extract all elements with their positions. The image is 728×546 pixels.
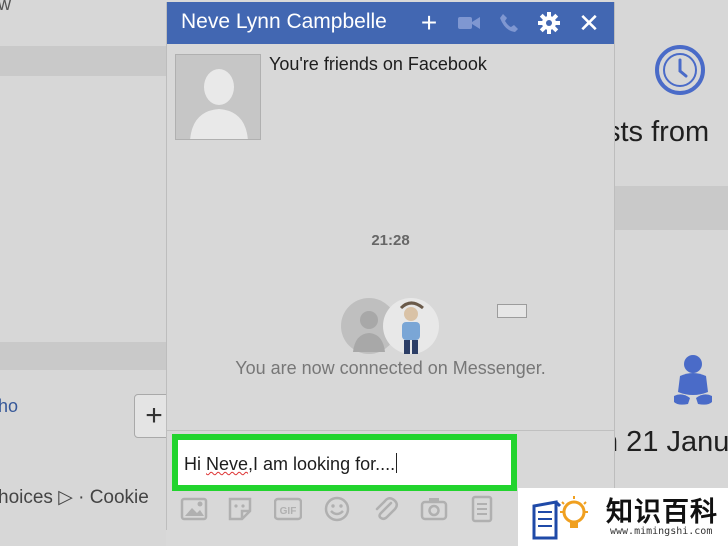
clock-icon [655, 45, 705, 95]
chat-header[interactable]: Neve Lynn Campbelle + ✕ [167, 2, 614, 44]
gif-icon[interactable]: GIF [273, 494, 303, 524]
watermark-title: 知识百科 [606, 497, 718, 528]
document-icon[interactable] [467, 494, 497, 524]
camera-icon[interactable] [419, 494, 449, 524]
background-left-panel: w ho hoices ▷ · Cookie + [0, 0, 174, 546]
close-icon[interactable]: ✕ [577, 10, 601, 36]
book-lightbulb-logo [532, 496, 588, 540]
sticker-icon[interactable] [225, 494, 255, 524]
background-right-panel: sts from n 21 Janu [602, 0, 728, 546]
profile-picture[interactable] [175, 54, 261, 140]
chat-window: Neve Lynn Campbelle + ✕ You're friends o… [166, 2, 615, 530]
composer-divider [167, 430, 614, 431]
baby-icon [674, 355, 712, 405]
watermark-url: www.mimingshi.com [610, 526, 713, 537]
connected-avatars [339, 296, 443, 356]
background-divider [612, 186, 728, 230]
gear-icon[interactable] [537, 11, 561, 35]
attachment-icon[interactable] [370, 494, 400, 524]
background-text-fragment: w [0, 0, 11, 14]
misspelled-word: Neve [206, 454, 249, 474]
background-divider [0, 46, 166, 76]
gif-label: GIF [280, 506, 297, 517]
friends-notice: You're friends on Facebook [269, 54, 487, 74]
tooltip-placeholder [497, 304, 527, 318]
background-divider [0, 342, 166, 370]
video-icon[interactable] [457, 11, 481, 35]
message-input[interactable]: Hi Neve,I am looking for.... [172, 434, 517, 491]
plus-icon[interactable]: + [417, 9, 441, 37]
phone-icon[interactable] [497, 11, 521, 35]
chat-title[interactable]: Neve Lynn Campbelle [181, 10, 387, 34]
default-avatar-icon [176, 55, 260, 139]
photo-icon[interactable] [179, 494, 209, 524]
message-input-text[interactable]: Hi Neve,I am looking for.... [184, 453, 398, 475]
background-footer-links[interactable]: hoices ▷ · Cookie [0, 486, 149, 509]
connected-notice: You are now connected on Messenger. [235, 358, 546, 378]
background-text-fragment: sts from [606, 116, 710, 148]
message-text-suffix: ,I am looking for.... [248, 454, 396, 474]
message-timestamp: 21:28 [371, 232, 410, 249]
background-text-fragment: n 21 Janu [602, 426, 728, 458]
text-caret [396, 453, 398, 473]
watermark: 知识百科 www.mimingshi.com [518, 488, 728, 546]
message-text-prefix: Hi [184, 454, 206, 474]
emoji-icon[interactable] [322, 494, 352, 524]
background-text-fragment: ho [0, 396, 19, 416]
